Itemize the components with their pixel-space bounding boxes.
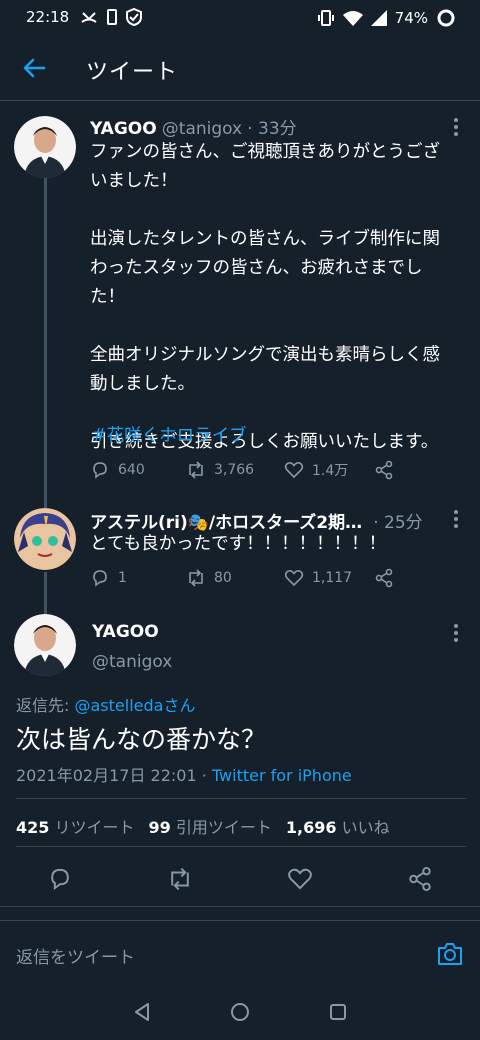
reply-to-line: 返信先: @astelledaさん [16, 692, 195, 716]
tweet-actions: 640 3,766 1.4万 [90, 460, 394, 480]
tweet-actions: 1 80 1,117 [90, 568, 394, 588]
share-button[interactable] [374, 568, 394, 588]
status-time: 22:18 [26, 8, 70, 26]
reply-to-user-link[interactable]: @astelledaさん [74, 696, 195, 715]
hashtag-link[interactable]: #花咲くホロライブ [92, 422, 247, 451]
tweet-stats: 425 リツイート 99 引用ツイート 1,696 いいね [16, 814, 390, 838]
tweet-2[interactable]: アステル(ri)🎭/ホロスターズ2期… · 25分 とても良かったです！！！！！… [0, 496, 480, 616]
system-nav-bar [0, 986, 480, 1040]
more-vertical-icon[interactable] [450, 508, 462, 530]
quotes-stat[interactable]: 99 引用ツイート [149, 814, 272, 838]
retweet-count: 3,766 [214, 462, 255, 478]
heart-icon[interactable] [287, 866, 313, 892]
like-button[interactable]: 1,117 [284, 568, 374, 588]
tweet-time: · 33分 [247, 119, 297, 139]
tweet-1[interactable]: YAGOO @tanigox · 33分 ファンの皆さん、ご視聴頂きありがとうご… [0, 100, 480, 508]
heart-icon [284, 570, 304, 587]
status-bar: 22:18 74% [0, 0, 480, 36]
tweet-text: とても良かったです！！！！！！！！ [90, 534, 387, 554]
retweet-button[interactable]: 80 [186, 568, 284, 588]
reply-input[interactable]: 返信をツイート [16, 943, 135, 968]
tweet-meta: 2021年02月17日 22:01 · Twitter for iPhone [16, 762, 352, 786]
thread-line [44, 178, 47, 508]
share-icon[interactable] [407, 866, 433, 892]
like-button[interactable]: 1.4万 [284, 460, 374, 480]
tweet-date: 2021年02月17日 22:01 · [16, 766, 212, 785]
reply-icon [93, 462, 107, 479]
reply-to-label: 返信先: [16, 696, 75, 715]
likes-stat[interactable]: 1,696 いいね [286, 814, 390, 838]
thread-line [44, 572, 47, 616]
nav-home-icon[interactable] [228, 1000, 252, 1024]
camera-icon[interactable] [436, 941, 464, 967]
divider [16, 798, 466, 799]
page-title: ツイート [86, 60, 179, 85]
author-handle[interactable]: @tanigox [92, 652, 172, 672]
nav-recents-icon[interactable] [326, 1000, 350, 1024]
reply-button[interactable]: 640 [90, 460, 186, 480]
missed-call-icon [81, 12, 97, 23]
vibrate-icon [317, 10, 334, 26]
header: ツイート [0, 36, 480, 101]
retweet-button[interactable]: 3,766 [186, 460, 284, 480]
tweet-client-link[interactable]: Twitter for iPhone [212, 766, 352, 785]
shield-icon [126, 8, 142, 26]
reply-icon [93, 570, 107, 587]
phone-icon [107, 9, 117, 25]
reply-count: 640 [118, 462, 145, 478]
tweet-text: 次は皆んなの番かな？ [16, 725, 267, 754]
battery-percent: 74% [394, 9, 428, 27]
retweets-stat[interactable]: 425 リツイート [16, 814, 135, 838]
divider [16, 846, 466, 847]
heart-icon [284, 462, 304, 479]
share-icon [375, 568, 393, 588]
avatar[interactable] [14, 508, 76, 570]
share-button[interactable] [374, 460, 394, 480]
wifi-icon [342, 11, 363, 26]
retweet-count: 80 [214, 570, 232, 586]
avatar[interactable] [14, 116, 76, 178]
avatar[interactable] [14, 614, 76, 676]
reply-count: 1 [118, 570, 127, 586]
retweet-icon [189, 461, 203, 479]
retweet-icon [189, 569, 203, 587]
like-count: 1,117 [312, 570, 353, 586]
more-vertical-icon[interactable] [450, 622, 462, 644]
more-vertical-icon[interactable] [450, 116, 462, 138]
retweet-icon[interactable] [167, 866, 193, 892]
share-icon [375, 460, 393, 480]
reply-button[interactable]: 1 [90, 568, 186, 588]
reply-icon[interactable] [47, 866, 73, 892]
divider [0, 906, 480, 907]
back-arrow-icon[interactable] [18, 52, 50, 84]
tweet-text: ファンの皆さん、ご視聴頂きありがとうござ いました！ 出演したタレントの皆さん、… [90, 142, 440, 452]
reply-composer[interactable]: 返信をツイート [0, 920, 480, 987]
author-name[interactable]: YAGOO [90, 119, 157, 139]
battery-icon [437, 9, 455, 27]
nav-back-icon[interactable] [130, 1000, 154, 1024]
like-count: 1.4万 [312, 463, 349, 479]
author-handle: @tanigox [161, 119, 243, 139]
signal-icon [370, 10, 387, 26]
author-name[interactable]: YAGOO [92, 622, 159, 642]
main-tweet-actions [0, 862, 480, 896]
